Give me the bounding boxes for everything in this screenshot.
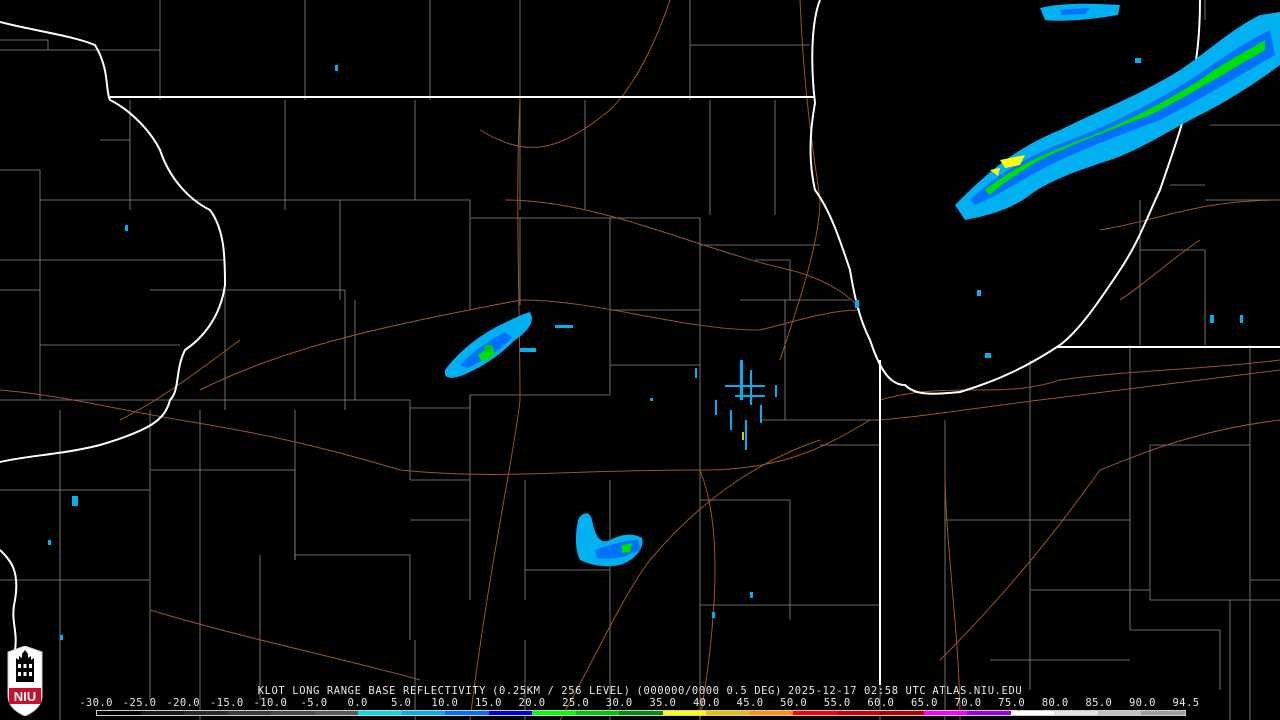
- state-lines: [0, 0, 1280, 685]
- scale-label: 40.0: [692, 697, 720, 709]
- colorbar-segment: [923, 711, 968, 715]
- colorbar-segment: [184, 711, 228, 715]
- scale-label: 25.0: [562, 697, 590, 709]
- colorbar-segment: [836, 711, 881, 715]
- colorbar-segment: [575, 711, 620, 715]
- colorbar-segment: [880, 711, 924, 715]
- resolution-text: (0.25KM / 256 LEVEL): [492, 685, 631, 697]
- scale-label: -15.0: [209, 697, 244, 709]
- scale-label: -20.0: [166, 697, 200, 709]
- colorbar-segment: [227, 711, 272, 715]
- colorbar-segment: [271, 711, 315, 715]
- colorbar-segment: [97, 711, 141, 715]
- scale-label: -25.0: [122, 697, 157, 709]
- timestamp-text: 2025-12-17 02:58 UTC: [787, 685, 927, 697]
- scale-label: 94.5: [1172, 697, 1200, 709]
- scale-label: 30.0: [605, 697, 633, 709]
- colorbar-segment: [1010, 711, 1055, 715]
- scale-label: 85.0: [1085, 697, 1113, 709]
- colorbar-segment: [662, 711, 707, 715]
- highways: [0, 0, 1280, 720]
- product-header: KLOT LONG RANGE BASE REFLECTIVITY (0.25KM…: [0, 685, 1280, 697]
- scale-label: 20.0: [518, 697, 546, 709]
- scale-label: 90.0: [1128, 697, 1156, 709]
- colorbar-segment: [1054, 711, 1098, 715]
- volume-text: (000000/0000 0.5 DEG): [636, 685, 782, 697]
- reflectivity-colorbar: [96, 710, 1186, 716]
- scale-label: 0.0: [347, 697, 368, 709]
- scale-label: 15.0: [474, 697, 502, 709]
- colorbar-segment: [619, 711, 663, 715]
- scale-label: 5.0: [391, 697, 412, 709]
- colorbar-segment: [1097, 711, 1142, 715]
- colorbar-segment: [532, 711, 576, 715]
- colorbar-segment: [358, 711, 402, 715]
- scale-label: 45.0: [736, 697, 764, 709]
- source-text: ATLAS.NIU.EDU: [932, 685, 1023, 697]
- colorbar-segment: [140, 711, 185, 715]
- scale-label: -30.0: [79, 697, 113, 709]
- scale-label: -10.0: [253, 697, 288, 709]
- scale-label: 35.0: [649, 697, 677, 709]
- scale-label: 10.0: [431, 697, 459, 709]
- scale-label: -5.0: [300, 697, 328, 709]
- colorbar-segment: [445, 711, 489, 715]
- scale-label: 70.0: [954, 697, 982, 709]
- scale-label: 55.0: [823, 697, 851, 709]
- scale-label: 65.0: [910, 697, 938, 709]
- radar-map: [0, 0, 1280, 720]
- colorbar-segment: [1141, 711, 1185, 715]
- county-lines: [0, 0, 1280, 720]
- colorbar-segment: [706, 711, 750, 715]
- scale-label: 50.0: [780, 697, 808, 709]
- colorbar-segment: [314, 711, 359, 715]
- colorbar-segment: [401, 711, 446, 715]
- product-name: KLOT LONG RANGE BASE REFLECTIVITY: [257, 685, 487, 697]
- colorbar-segment: [967, 711, 1011, 715]
- scale-label: 75.0: [998, 697, 1026, 709]
- scale-label: 80.0: [1041, 697, 1069, 709]
- colorbar-segment: [488, 711, 533, 715]
- reflectivity-scale-labels: -30.0 -25.0 -20.0 -15.0 -10.0 -5.0 0.0 5.0 10.0 1…: [79, 697, 1199, 709]
- colorbar-segment: [749, 711, 794, 715]
- colorbar-segment: [793, 711, 837, 715]
- scale-label: 60.0: [867, 697, 895, 709]
- logo-text: NIU: [14, 689, 36, 704]
- niu-logo: NIU: [7, 646, 43, 716]
